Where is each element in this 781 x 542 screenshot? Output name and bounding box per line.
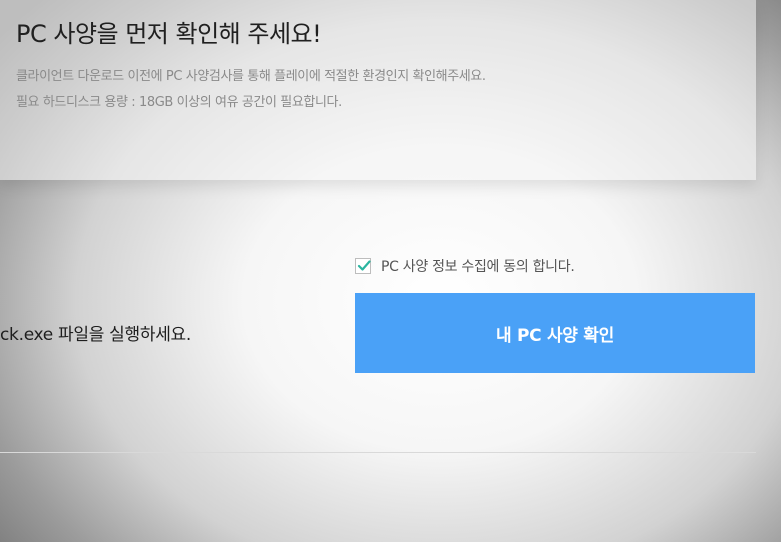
consent-checkbox-row[interactable]: PC 사양 정보 수집에 동의 합니다.	[355, 256, 575, 276]
notice-description: 클라이언트 다운로드 이전에 PC 사양검사를 통해 플레이에 적절한 환경인지…	[16, 64, 486, 116]
check-my-pc-spec-button[interactable]: 내 PC 사양 확인	[355, 293, 755, 373]
consent-checkbox[interactable]	[355, 258, 371, 274]
consent-label: PC 사양 정보 수집에 동의 합니다.	[381, 259, 575, 275]
spec-notice-panel: PC 사양을 먼저 확인해 주세요! 클라이언트 다운로드 이전에 PC 사양검…	[0, 0, 756, 180]
run-instruction-text: ck.exe 파일을 실행하세요.	[0, 325, 191, 345]
notice-desc-line-2: 필요 하드디스크 용량 : 18GB 이상의 여유 공간이 필요합니다.	[16, 95, 342, 110]
divider	[0, 452, 756, 453]
checkmark-icon	[357, 260, 371, 271]
notice-title: PC 사양을 먼저 확인해 주세요!	[16, 20, 322, 48]
notice-desc-line-1: 클라이언트 다운로드 이전에 PC 사양검사를 통해 플레이에 적절한 환경인지…	[16, 69, 486, 84]
